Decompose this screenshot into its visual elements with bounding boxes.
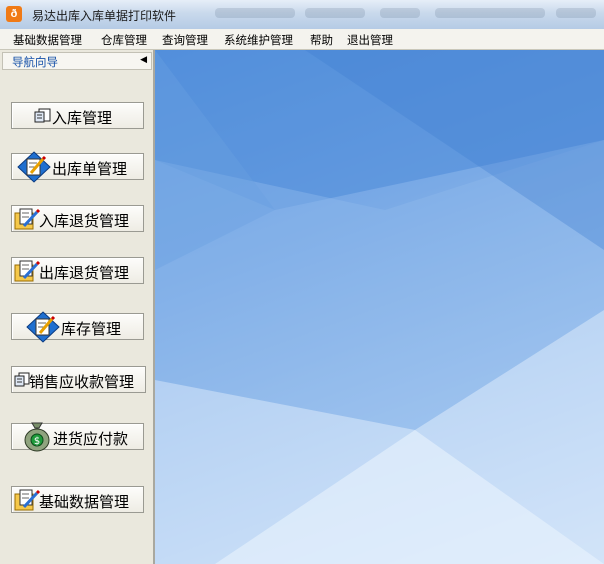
menu-query[interactable]: 查询管理 [162,32,208,48]
nav-panel: 导航向导 ◀ 入库管理 出库单管理 入库退货管理 出库退货管理 库存管理 销售应… [0,50,155,564]
nav-button-stock-out[interactable]: 出库单管理 [11,151,144,183]
edit-document-icon [17,151,51,187]
app-icon: ð [6,6,22,22]
nav-button-stock-out-return[interactable]: 出库退货管理 [11,257,144,284]
nav-button-label: 进货应付款 [53,430,129,448]
folder-edit-icon [14,207,41,235]
menu-system[interactable]: 系统维护管理 [224,32,293,48]
title-blur-4 [435,8,545,18]
nav-button-label: 出库退货管理 [39,264,130,282]
collapse-arrow-icon[interactable]: ◀ [140,55,147,65]
title-blur-5 [556,8,596,18]
title-bar: ð 易达出库入库单据打印软件 [0,0,604,30]
menu-warehouse[interactable]: 仓库管理 [101,32,147,48]
document-stack-icon [32,107,52,129]
edit-document-icon [26,311,60,347]
nav-button-label: 销售应收款管理 [29,373,135,391]
background-pattern [155,50,604,564]
nav-button-basic-data[interactable]: 基础数据管理 [11,486,144,513]
nav-button-label: 入库管理 [52,109,113,127]
nav-button-stock-in-return[interactable]: 入库退货管理 [11,205,144,232]
window-title: 易达出库入库单据打印软件 [32,9,177,23]
menu-exit[interactable]: 退出管理 [347,32,393,48]
title-blur-2 [305,8,365,18]
folder-edit-icon [14,259,41,287]
menu-bar: 基础数据管理 仓库管理 查询管理 系统维护管理 帮助 退出管理 [0,29,604,50]
nav-button-inventory[interactable]: 库存管理 [11,311,144,343]
nav-button-label: 入库退货管理 [39,212,130,230]
menu-help[interactable]: 帮助 [310,32,333,48]
main-workspace [155,50,604,564]
folder-edit-icon [14,488,41,516]
menu-basic-data[interactable]: 基础数据管理 [13,32,82,48]
nav-button-label: 库存管理 [61,320,122,338]
nav-button-receivables[interactable]: 销售应收款管理 [11,366,146,393]
nav-button-payables[interactable]: $ 进货应付款 [11,422,144,452]
nav-button-label: 出库单管理 [52,160,128,178]
nav-header-label: 导航向导 [12,55,58,69]
title-blur-3 [380,8,420,18]
nav-button-stock-in[interactable]: 入库管理 [11,102,144,129]
money-bag-icon: $ [23,420,51,456]
svg-text:$: $ [34,436,40,447]
nav-header: 导航向导 ◀ [2,52,152,70]
title-blur-1 [215,8,295,18]
nav-button-label: 基础数据管理 [39,493,130,511]
